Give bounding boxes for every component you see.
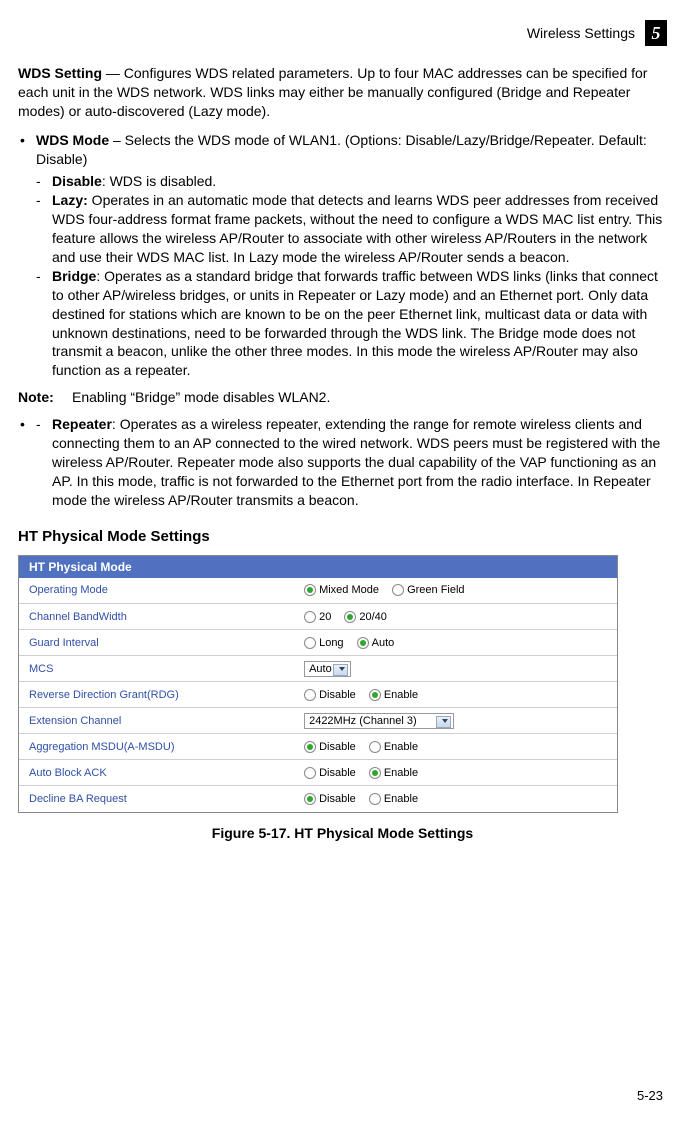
wds-setting-paragraph: WDS Setting — Configures WDS related par… [18,64,667,121]
radio-long[interactable] [304,637,316,649]
chevron-down-icon [339,667,345,671]
radio-green-field[interactable] [392,584,404,596]
label-extension-channel: Extension Channel [19,708,294,734]
wds-mode-options: Disable: WDS is disabled. Lazy: Operates… [36,172,667,380]
value-decline-ba: Disable Enable [294,786,617,812]
wds-mode-list-cont: Repeater: Operates as a wireless repeate… [18,415,667,509]
row-amsdu: Aggregation MSDU(A-MSDU) Disable Enable [19,734,617,760]
label-decline-ba: Decline BA Request [19,786,294,812]
radio-20[interactable] [304,611,316,623]
value-extension-channel: 2422MHz (Channel 3) [294,708,617,734]
label-rdg: Reverse Direction Grant(RDG) [19,682,294,708]
row-extension-channel: Extension Channel 2422MHz (Channel 3) [19,708,617,734]
label-mcs: MCS [19,656,294,682]
radio-amsdu-enable[interactable] [369,741,381,753]
settings-table: Operating Mode Mixed Mode Green Field Ch… [19,578,617,812]
value-mcs: Auto [294,656,617,682]
label-channel-bandwidth: Channel BandWidth [19,604,294,630]
radio-dba-enable[interactable] [369,793,381,805]
label-amsdu: Aggregation MSDU(A-MSDU) [19,734,294,760]
row-rdg: Reverse Direction Grant(RDG) Disable Ena… [19,682,617,708]
wds-mode-item: WDS Mode – Selects the WDS mode of WLAN1… [18,131,667,381]
select-extension-channel[interactable]: 2422MHz (Channel 3) [304,713,454,729]
chapter-number: 5 [645,20,667,46]
row-decline-ba: Decline BA Request Disable Enable [19,786,617,812]
row-auto-block-ack: Auto Block ACK Disable Enable [19,760,617,786]
wds-setting-label: WDS Setting [18,65,102,81]
radio-aba-enable[interactable] [369,767,381,779]
note-text: Enabling “Bridge” mode disables WLAN2. [72,388,330,407]
option-bridge: Bridge: Operates as a standard bridge th… [36,267,667,380]
option-lazy: Lazy: Operates in an automatic mode that… [36,191,667,267]
wds-mode-desc: – Selects the WDS mode of WLAN1. (Option… [36,132,647,167]
page-number: 5-23 [637,1088,663,1103]
value-operating-mode: Mixed Mode Green Field [294,578,617,604]
note-label: Note: [18,388,62,407]
page-header: Wireless Settings 5 [18,20,667,46]
row-channel-bandwidth: Channel BandWidth 20 20/40 [19,604,617,630]
header-title: Wireless Settings [527,25,635,41]
section-heading: HT Physical Mode Settings [18,528,667,545]
radio-mixed-mode[interactable] [304,584,316,596]
chevron-down-icon [442,719,448,723]
select-mcs[interactable]: Auto [304,661,351,677]
radio-rdg-enable[interactable] [369,689,381,701]
row-guard-interval: Guard Interval Long Auto [19,630,617,656]
wds-mode-list: WDS Mode – Selects the WDS mode of WLAN1… [18,131,667,381]
radio-20-40[interactable] [344,611,356,623]
figure-frame: HT Physical Mode Operating Mode Mixed Mo… [18,555,618,813]
option-repeater: Repeater: Operates as a wireless repeate… [36,415,667,509]
note-row: Note: Enabling “Bridge” mode disables WL… [18,388,667,407]
wds-mode-item-cont: Repeater: Operates as a wireless repeate… [18,415,667,509]
value-amsdu: Disable Enable [294,734,617,760]
figure-caption: Figure 5-17. HT Physical Mode Settings [18,825,667,841]
radio-dba-disable[interactable] [304,793,316,805]
value-rdg: Disable Enable [294,682,617,708]
radio-auto[interactable] [357,637,369,649]
panel-header: HT Physical Mode [19,556,617,578]
option-disable: Disable: WDS is disabled. [36,172,667,191]
radio-rdg-disable[interactable] [304,689,316,701]
label-auto-block-ack: Auto Block ACK [19,760,294,786]
label-guard-interval: Guard Interval [19,630,294,656]
value-channel-bandwidth: 20 20/40 [294,604,617,630]
wds-mode-label: WDS Mode [36,132,109,148]
radio-aba-disable[interactable] [304,767,316,779]
value-guard-interval: Long Auto [294,630,617,656]
wds-mode-options-cont: Repeater: Operates as a wireless repeate… [36,415,667,509]
radio-amsdu-disable[interactable] [304,741,316,753]
row-mcs: MCS Auto [19,656,617,682]
wds-setting-desc: — Configures WDS related parameters. Up … [18,65,647,119]
label-operating-mode: Operating Mode [19,578,294,604]
row-operating-mode: Operating Mode Mixed Mode Green Field [19,578,617,604]
value-auto-block-ack: Disable Enable [294,760,617,786]
